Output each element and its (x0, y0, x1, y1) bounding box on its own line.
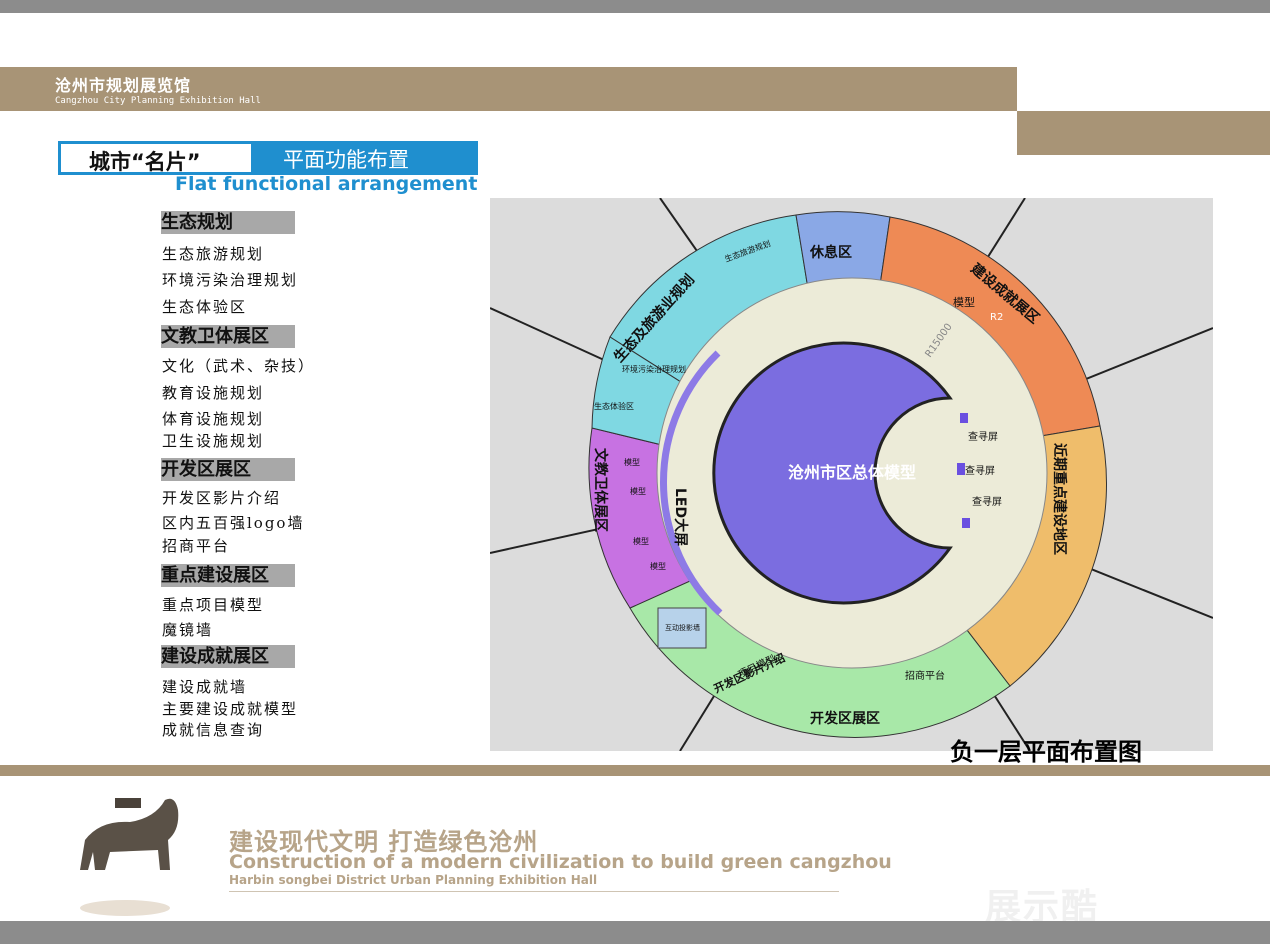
list-item: 主要建设成就模型 (162, 700, 299, 718)
title-right-text: 平面功能布置 (283, 148, 409, 172)
lion-body (80, 798, 179, 870)
list-item: 生态体验区 (162, 298, 248, 316)
list-item: 体育设施规划 (162, 410, 265, 428)
plan-caption: 负一层平面布置图 (950, 738, 1142, 766)
plan-label-model: 模型 (624, 457, 640, 467)
list-item: 生态旅游规划 (162, 245, 265, 263)
header-accent-block (1017, 111, 1270, 155)
section-heading-achievement: 建设成就展区 (161, 645, 295, 668)
floor-plan-diagram: 沧州市区总体模型 LED大屏 查寻屏 查寻屏 查寻屏 休息区 建设成就展区 模型… (490, 198, 1213, 751)
title-left-text: 城市“名片” (89, 150, 201, 174)
plan-label-query: 查寻屏 (965, 464, 995, 477)
list-item: 开发区影片介绍 (162, 489, 282, 507)
iron-lion-image (80, 798, 179, 916)
plan-label-model: 模型 (650, 561, 666, 571)
section-heading-culture: 文教卫体展区 (161, 325, 295, 348)
plan-label-dev: 开发区展区 (810, 710, 880, 727)
list-item: 魔镜墙 (162, 621, 214, 639)
lion-shadow (80, 900, 170, 916)
section-heading-eco: 生态规划 (161, 211, 295, 234)
section-heading-key: 重点建设展区 (161, 564, 295, 587)
title-en: Flat functional arrangement (175, 173, 478, 195)
plan-label-model: 模型 (953, 295, 975, 309)
top-bar (0, 0, 1270, 13)
list-item: 文化（武术、杂技） (162, 357, 316, 375)
plan-label-culture: 文教卫体展区 (592, 448, 609, 532)
footer-rule (0, 765, 1270, 776)
list-item: 环境污染治理规划 (162, 271, 299, 289)
plan-label-interactive: 互动投影墙 (665, 623, 700, 632)
query-screen-icon (962, 518, 970, 528)
plan-label-center: 沧州市区总体模型 (788, 463, 916, 482)
list-item: 招商平台 (162, 537, 231, 555)
plan-label-env: 环境污染治理规划 (622, 364, 686, 374)
list-item: 建设成就墙 (162, 678, 248, 696)
list-item: 重点项目模型 (162, 596, 265, 614)
bottom-bar (0, 921, 1270, 944)
plan-label-model: 模型 (630, 486, 646, 496)
list-item: 成就信息查询 (162, 721, 265, 739)
plan-label-led: LED大屏 (672, 488, 689, 546)
list-item: 区内五百强logo墙 (162, 514, 305, 532)
section-heading-dev: 开发区展区 (161, 458, 295, 481)
footer-underline (229, 891, 839, 892)
plan-label-query: 查寻屏 (968, 430, 998, 443)
list-item: 卫生设施规划 (162, 432, 265, 450)
plan-label-model: 模型 (633, 536, 649, 546)
plan-label-query: 查寻屏 (972, 495, 1002, 508)
plan-label-rest: 休息区 (809, 244, 852, 261)
footer-hall-en: Harbin songbei District Urban Planning E… (229, 873, 598, 887)
title-left-panel: 城市“名片” (61, 144, 251, 174)
query-screen-icon (957, 463, 965, 475)
hall-name-en: Cangzhou City Planning Exhibition Hall (55, 96, 261, 106)
plan-label-recent: 近期重点建设地区 (1051, 443, 1068, 555)
title-box: 城市“名片” 平面功能布置 (58, 141, 478, 175)
query-screen-icon (960, 413, 968, 423)
hall-name-cn: 沧州市规划展览馆 (55, 76, 192, 95)
plan-label-investment: 招商平台 (905, 669, 945, 682)
plan-label-r2: R2 (990, 312, 1003, 323)
list-item: 教育设施规划 (162, 384, 265, 402)
lion-lotus-seat (115, 798, 141, 808)
plan-label-eco-exp: 生态体验区 (594, 401, 634, 411)
footer-slogan-en: Construction of a modern civilization to… (229, 851, 892, 873)
